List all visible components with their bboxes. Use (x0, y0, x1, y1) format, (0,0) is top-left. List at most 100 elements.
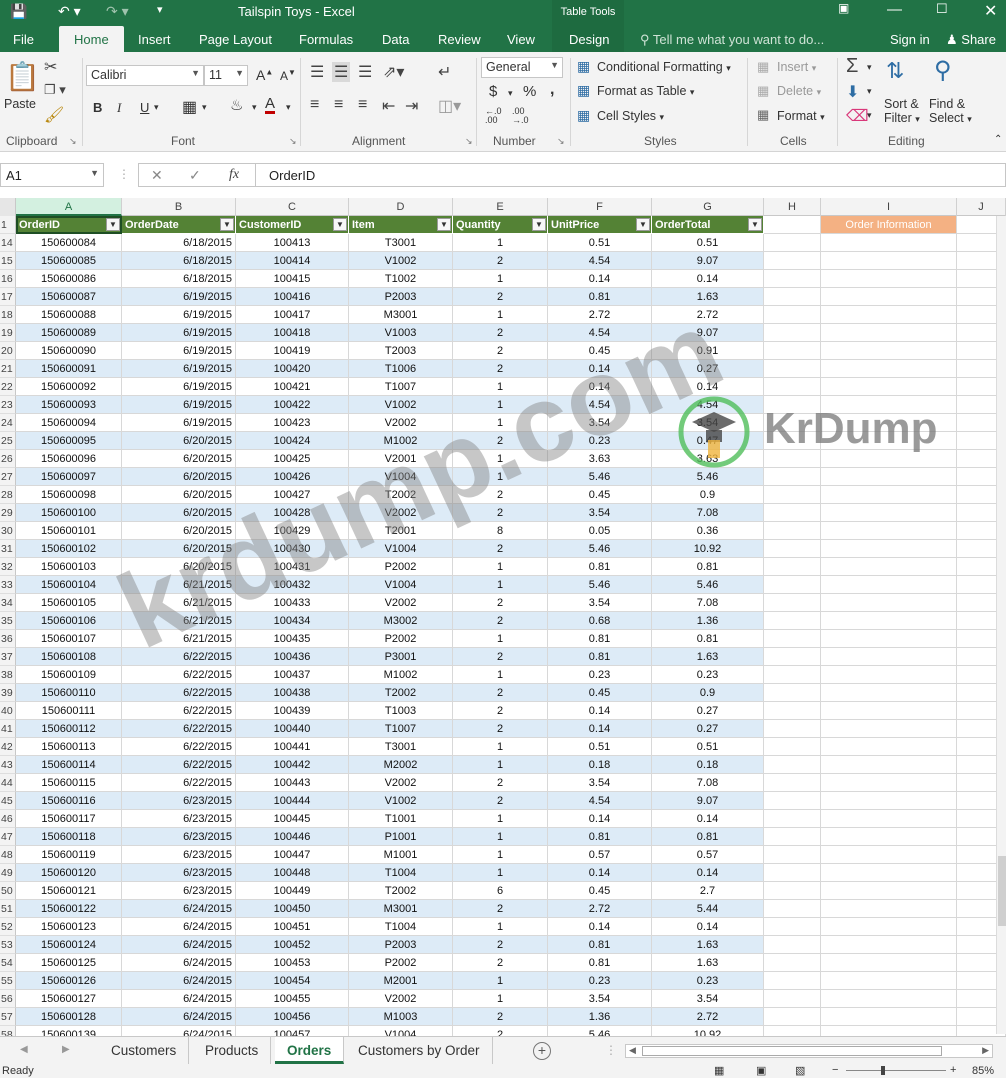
cell-ordertotal[interactable]: 1.63 (652, 954, 764, 972)
cell-unitprice[interactable]: 0.23 (548, 666, 652, 684)
chevron-down-icon[interactable]: ▾ (867, 62, 872, 73)
cell-item[interactable]: P1001 (349, 828, 453, 846)
cell-quantity[interactable]: 2 (453, 504, 548, 522)
cell-quantity[interactable]: 2 (453, 540, 548, 558)
cell[interactable] (821, 540, 957, 558)
cell-customerid[interactable]: 100426 (236, 468, 349, 486)
cell-quantity[interactable]: 1 (453, 378, 548, 396)
conditional-formatting-button[interactable]: Conditional Formatting ▾ (597, 60, 731, 74)
cell-orderid[interactable]: 150600121 (16, 882, 122, 900)
cell[interactable] (764, 378, 821, 396)
table-header-orderdate[interactable]: OrderDate ▼ (122, 216, 236, 234)
cell[interactable] (764, 360, 821, 378)
cell-orderid[interactable]: 150600127 (16, 990, 122, 1008)
cell-customerid[interactable]: 100454 (236, 972, 349, 990)
cell-quantity[interactable]: 1 (453, 846, 548, 864)
cell-item[interactable]: T1004 (349, 918, 453, 936)
redo-icon[interactable]: ↷ ▾ (106, 3, 129, 20)
cell-orderdate[interactable]: 6/22/2015 (122, 774, 236, 792)
cell-unitprice[interactable]: 0.81 (548, 288, 652, 306)
cell-orderdate[interactable]: 6/22/2015 (122, 666, 236, 684)
row-header[interactable]: 18 (0, 306, 16, 324)
row-header[interactable]: 28 (0, 486, 16, 504)
cell-item[interactable]: P2002 (349, 558, 453, 576)
cell-ordertotal[interactable]: 0.91 (652, 342, 764, 360)
cut-icon[interactable]: ✂ (44, 57, 57, 77)
cell-orderdate[interactable]: 6/18/2015 (122, 252, 236, 270)
cell-quantity[interactable]: 2 (453, 1026, 548, 1036)
row-header[interactable]: 25 (0, 432, 16, 450)
cell-item[interactable]: M1003 (349, 1008, 453, 1026)
row-header[interactable]: 16 (0, 270, 16, 288)
cell-item[interactable]: P2002 (349, 630, 453, 648)
cell-ordertotal[interactable]: 0.81 (652, 828, 764, 846)
zoom-in-icon[interactable]: + (950, 1064, 956, 1076)
cell-orderid[interactable]: 150600087 (16, 288, 122, 306)
cell-orderdate[interactable]: 6/24/2015 (122, 972, 236, 990)
cell-unitprice[interactable]: 0.05 (548, 522, 652, 540)
zoom-level[interactable]: 85% (972, 1065, 994, 1077)
cell-ordertotal[interactable]: 5.44 (652, 900, 764, 918)
tab-data[interactable]: Data (382, 32, 409, 47)
cell-orderdate[interactable]: 6/19/2015 (122, 288, 236, 306)
cell-orderdate[interactable]: 6/22/2015 (122, 756, 236, 774)
cell-item[interactable]: V1004 (349, 1026, 453, 1036)
cell-quantity[interactable]: 2 (453, 432, 548, 450)
cell-unitprice[interactable]: 4.54 (548, 324, 652, 342)
cell-unitprice[interactable]: 0.81 (548, 828, 652, 846)
sheet-tab-customers[interactable]: Customers (99, 1037, 190, 1064)
cell-customerid[interactable]: 100421 (236, 378, 349, 396)
cell-customerid[interactable]: 100430 (236, 540, 349, 558)
cell-orderdate[interactable]: 6/21/2015 (122, 612, 236, 630)
cell-item[interactable]: M2001 (349, 972, 453, 990)
cell-customerid[interactable]: 100432 (236, 576, 349, 594)
cell[interactable] (764, 396, 821, 414)
cell-quantity[interactable]: 1 (453, 414, 548, 432)
cell[interactable] (821, 882, 957, 900)
cell-ordertotal[interactable]: 10.92 (652, 540, 764, 558)
cell[interactable] (821, 234, 957, 252)
cell-item[interactable]: T3001 (349, 234, 453, 252)
column-header-j[interactable]: J (957, 198, 1006, 216)
cell[interactable] (821, 432, 957, 450)
row-header[interactable]: 49 (0, 864, 16, 882)
maximize-icon[interactable]: ☐ (936, 1, 948, 17)
cell-customerid[interactable]: 100445 (236, 810, 349, 828)
cell[interactable] (821, 576, 957, 594)
minimize-icon[interactable]: — (887, 1, 902, 18)
cell-ordertotal[interactable]: 0.23 (652, 972, 764, 990)
filter-dropdown-icon[interactable]: ▼ (748, 218, 762, 231)
cell[interactable] (764, 720, 821, 738)
cell[interactable] (764, 414, 821, 432)
cell-ordertotal[interactable]: 0.9 (652, 684, 764, 702)
row-header[interactable]: 52 (0, 918, 16, 936)
row-header[interactable]: 50 (0, 882, 16, 900)
cell-unitprice[interactable]: 3.54 (548, 504, 652, 522)
cell[interactable] (821, 378, 957, 396)
cell[interactable] (821, 774, 957, 792)
cell[interactable] (764, 306, 821, 324)
font-name-select[interactable]: Calibri ▼ (86, 65, 204, 86)
cell-customerid[interactable]: 100441 (236, 738, 349, 756)
share-button[interactable]: ♟ Share (946, 32, 996, 48)
cell-quantity[interactable]: 2 (453, 486, 548, 504)
cell-quantity[interactable]: 2 (453, 684, 548, 702)
cell[interactable] (821, 522, 957, 540)
cell-unitprice[interactable]: 0.14 (548, 378, 652, 396)
cell-item[interactable]: V1004 (349, 540, 453, 558)
cell-orderdate[interactable]: 6/19/2015 (122, 414, 236, 432)
cell-orderdate[interactable]: 6/23/2015 (122, 864, 236, 882)
cell[interactable] (764, 1026, 821, 1036)
cell-orderid[interactable]: 150600090 (16, 342, 122, 360)
paste-button[interactable]: Paste (4, 97, 36, 111)
cell[interactable] (764, 450, 821, 468)
next-sheet-icon[interactable]: ▶ (62, 1044, 70, 1055)
cell-orderid[interactable]: 150600102 (16, 540, 122, 558)
decrease-indent-icon[interactable]: ⇤ (382, 96, 395, 116)
cell-item[interactable]: V1002 (349, 252, 453, 270)
cell-item[interactable]: M3001 (349, 900, 453, 918)
cell-orderdate[interactable]: 6/19/2015 (122, 306, 236, 324)
cell-unitprice[interactable]: 0.81 (548, 630, 652, 648)
number-format-select[interactable]: General ▼ (481, 57, 563, 78)
row-header[interactable]: 36 (0, 630, 16, 648)
